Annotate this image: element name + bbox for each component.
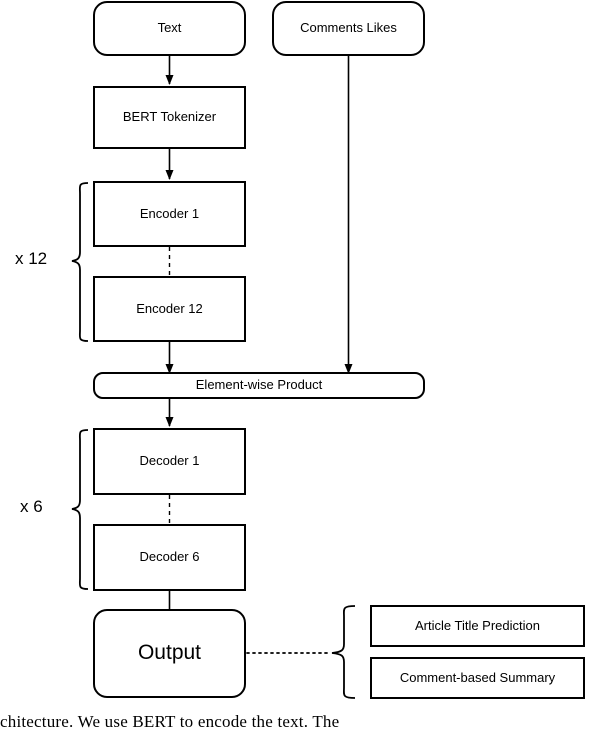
- node-article-title-prediction[interactable]: Article Title Prediction: [370, 605, 585, 647]
- node-decoder-first[interactable]: Decoder 1: [93, 428, 246, 495]
- encoder-repeat-brace: [71, 182, 89, 342]
- node-encoder-last[interactable]: Encoder 12: [93, 276, 246, 342]
- node-encoder-first[interactable]: Encoder 1: [93, 181, 246, 247]
- node-comment-based-summary-label: Comment-based Summary: [399, 669, 556, 685]
- decoder-repeat-text: x 6: [20, 497, 43, 516]
- decoder-repeat-brace: [71, 429, 89, 590]
- node-bert-tokenizer[interactable]: BERT Tokenizer: [93, 86, 246, 149]
- node-encoder-first-label: Encoder 1: [139, 205, 200, 221]
- node-element-wise-product[interactable]: Element-wise Product: [93, 372, 425, 399]
- node-decoder-last-label: Decoder 6: [139, 549, 200, 565]
- node-output-label: Output: [137, 641, 202, 665]
- encoder-repeat-label: x 12: [15, 249, 47, 269]
- decoder-repeat-label: x 6: [20, 497, 43, 517]
- node-encoder-last-label: Encoder 12: [136, 300, 203, 316]
- figure-caption-text: chitecture. We use BERT to encode the te…: [0, 712, 340, 731]
- figure-canvas: Text Comments Likes BERT Tokenizer Encod…: [0, 0, 590, 736]
- node-text[interactable]: Text: [93, 1, 246, 56]
- node-article-title-prediction-label: Article Title Prediction: [415, 617, 540, 633]
- node-decoder-first-label: Decoder 1: [139, 453, 200, 469]
- node-comments-likes-label: Comments Likes: [300, 20, 397, 36]
- node-output[interactable]: Output: [93, 609, 246, 698]
- figure-caption: chitecture. We use BERT to encode the te…: [0, 712, 590, 732]
- node-text-label: Text: [157, 20, 182, 36]
- encoder-repeat-text: x 12: [15, 249, 48, 268]
- node-comment-based-summary[interactable]: Comment-based Summary: [370, 657, 585, 699]
- node-comments-likes[interactable]: Comments Likes: [272, 1, 425, 56]
- output-tasks-brace: [331, 605, 356, 699]
- node-decoder-last[interactable]: Decoder 6: [93, 524, 246, 591]
- node-element-wise-product-label: Element-wise Product: [195, 377, 323, 393]
- node-bert-tokenizer-label: BERT Tokenizer: [122, 109, 217, 125]
